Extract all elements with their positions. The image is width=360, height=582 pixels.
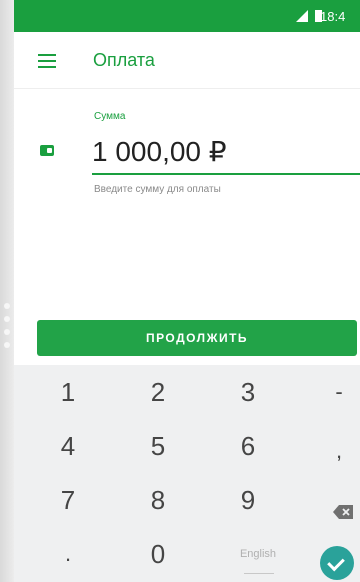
language-underline xyxy=(244,573,274,574)
amount-underline xyxy=(92,173,360,175)
key-dot[interactable]: . xyxy=(25,527,111,581)
key-5[interactable]: 5 xyxy=(115,419,201,473)
wallet-icon xyxy=(40,145,54,156)
appbar-divider xyxy=(14,88,360,89)
key-0[interactable]: 0 xyxy=(115,527,201,581)
amount-hint: Введите сумму для оплаты xyxy=(94,184,221,195)
key-minus[interactable]: - xyxy=(296,365,360,419)
page-title: Оплата xyxy=(93,50,155,70)
status-time: 18:4 xyxy=(320,9,346,24)
key-3[interactable]: 3 xyxy=(205,365,291,419)
key-2[interactable]: 2 xyxy=(115,365,201,419)
key-9[interactable]: 9 xyxy=(205,473,291,527)
enter-check-button[interactable] xyxy=(320,546,354,580)
continue-button[interactable]: ПРОДОЛЖИТЬ xyxy=(37,320,357,356)
menu-icon[interactable] xyxy=(38,54,56,68)
key-comma[interactable]: , xyxy=(296,424,360,478)
bezel-dots xyxy=(4,303,12,355)
key-1[interactable]: 1 xyxy=(25,365,111,419)
backspace-icon[interactable] xyxy=(333,505,353,519)
app-bar: Оплата xyxy=(14,32,360,88)
key-8[interactable]: 8 xyxy=(115,473,201,527)
signal-icon xyxy=(296,10,308,22)
phone-screen: 18:4 Оплата Сумма Введите сумму для опла… xyxy=(14,0,360,582)
amount-input[interactable] xyxy=(92,131,352,171)
key-4[interactable]: 4 xyxy=(25,419,111,473)
key-6[interactable]: 6 xyxy=(205,419,291,473)
amount-label: Сумма xyxy=(94,111,126,122)
device-bezel xyxy=(0,0,14,582)
status-bar: 18:4 xyxy=(14,0,360,32)
key-7[interactable]: 7 xyxy=(25,473,111,527)
